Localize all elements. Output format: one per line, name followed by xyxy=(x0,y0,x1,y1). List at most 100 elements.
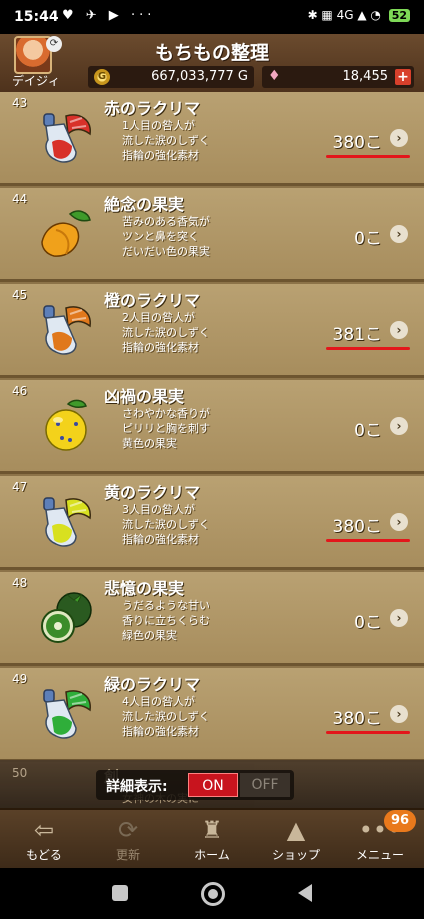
list-item[interactable]: 49 緑のラクリマ 4人目の咎人が 流した涙のしずく 指輪の強化素材 380こ › xyxy=(0,668,424,762)
item-description-line: 3人目の咎人が xyxy=(122,503,195,516)
item-description-line: 指輪の強化素材 xyxy=(122,533,199,546)
green-fruit-icon xyxy=(36,586,98,648)
item-number: 45 xyxy=(12,288,28,302)
item-name: 緑のラクリマ xyxy=(104,675,201,694)
gem-display: ♦ 18,455 + xyxy=(262,66,414,88)
shop-icon: ▲ xyxy=(286,816,306,844)
item-description-line: さわやかな香りが xyxy=(122,407,210,420)
system-nav-bar xyxy=(0,868,424,919)
item-description-line: 指輪の強化素材 xyxy=(122,149,199,162)
chevron-right-icon[interactable]: › xyxy=(390,417,408,435)
nav-shop[interactable]: ▲ ショップ xyxy=(254,810,338,870)
item-name: 黄のラクリマ xyxy=(104,483,201,502)
list-item[interactable]: 48 悲憶の果実 うだるような甘い 香りに立ちくらむ 緑色の果実 0こ › xyxy=(0,572,424,666)
item-description: さわやかな香りが ピリリと胸を刺す 黄色の果実 xyxy=(122,406,210,451)
back-arrow-icon: ⇦ xyxy=(33,816,55,844)
item-count: 381こ xyxy=(332,325,382,345)
item-description-line: 香りに立ちくらむ xyxy=(122,614,210,627)
list-item[interactable]: 43 赤のラクリマ 1人目の咎人が流した涙のしずく 指輪の強化素材 380こ › xyxy=(0,92,424,186)
item-number: 50 xyxy=(12,766,28,780)
detail-on-button[interactable]: ON xyxy=(188,773,238,797)
gem-icon: ♦ xyxy=(268,68,281,84)
green-lacrima-icon xyxy=(36,682,98,744)
orange-fruit-icon xyxy=(36,202,98,264)
item-count: 380こ xyxy=(332,709,382,729)
detail-off-button[interactable]: OFF xyxy=(240,773,290,797)
gold-coin-icon: G xyxy=(94,69,110,85)
gold-amount: 667,033,777 G xyxy=(151,69,248,84)
item-description: 2人目の咎人が流した涙のしずく 指輪の強化素材 xyxy=(122,310,210,355)
yellow-lacrima-icon xyxy=(36,490,98,552)
item-name: 橙のラクリマ xyxy=(104,291,201,310)
item-description-line: 指輪の強化素材 xyxy=(122,725,199,738)
add-gems-button[interactable]: + xyxy=(395,69,411,85)
item-description-line: 指輪の強化素材 xyxy=(122,341,199,354)
chevron-right-icon[interactable]: › xyxy=(390,129,408,147)
item-count: 0こ xyxy=(354,613,382,633)
item-name: 凶禍の果実 xyxy=(104,387,185,406)
item-description: 1人目の咎人が流した涙のしずく 指輪の強化素材 xyxy=(122,118,210,163)
chevron-right-icon[interactable]: › xyxy=(390,513,408,531)
notification-icons: ♥ ✈ ▶ ··· xyxy=(62,8,156,23)
red-underline-mark xyxy=(326,539,410,542)
item-description: 4人目の咎人が 流した涙のしずく 指輪の強化素材 xyxy=(122,694,210,739)
list-item[interactable]: 46 凶禍の果実 さわやかな香りが ピリリと胸を刺す 黄色の果実 0こ › xyxy=(0,380,424,474)
item-description-line: 1人目の咎人が xyxy=(122,119,195,132)
chevron-right-icon[interactable]: › xyxy=(390,321,408,339)
home-button-icon[interactable] xyxy=(201,882,225,906)
item-description-line: うだるような甘い xyxy=(122,599,210,612)
signal-icons: ✱ ▦ 4G ▲ ◔ xyxy=(307,8,381,22)
red-lacrima-icon xyxy=(36,106,98,168)
username: デイジィ xyxy=(12,74,61,88)
page-title: もちもの整理 xyxy=(154,42,269,64)
nav-shop-label: ショップ xyxy=(271,848,320,862)
list-item[interactable]: 44 絶念の果実 苦みのある香気が ツンと鼻を突く だいだい色の果実 0こ › xyxy=(0,188,424,282)
item-description-line: 流した涙のしずく xyxy=(122,710,210,723)
menu-badge: 96 xyxy=(384,810,416,832)
item-count: 380こ xyxy=(332,133,382,153)
recent-apps-icon[interactable] xyxy=(112,885,128,901)
item-number: 48 xyxy=(12,576,28,590)
nav-menu-label: メニュー xyxy=(355,848,404,862)
nav-refresh[interactable]: ⟳ 更新 xyxy=(86,810,170,870)
item-number: 49 xyxy=(12,672,28,686)
nav-refresh-label: 更新 xyxy=(115,848,140,862)
detail-toggle-label: 詳細表示: xyxy=(106,779,168,795)
item-number: 43 xyxy=(12,96,28,110)
item-description-line: ピリリと胸を刺す xyxy=(122,422,210,435)
nav-home[interactable]: ♜ ホーム xyxy=(170,810,254,870)
home-icon: ♜ xyxy=(201,816,223,844)
nav-back[interactable]: ⇦ もどる xyxy=(2,810,86,870)
item-name: 赤のラクリマ xyxy=(104,99,201,118)
orange-lacrima-icon xyxy=(36,298,98,360)
bottom-nav: ⇦ もどる ⟳ 更新 ♜ ホーム ▲ ショップ ••• メニュー 96 xyxy=(0,808,424,870)
item-description-line: 黄色の果実 xyxy=(122,437,177,450)
yellow-fruit-icon xyxy=(36,394,98,456)
chevron-right-icon[interactable]: › xyxy=(390,609,408,627)
detail-toggle: 詳細表示: ON OFF xyxy=(96,770,294,800)
system-back-icon[interactable] xyxy=(298,884,312,902)
list-item[interactable]: 47 黄のラクリマ 3人目の咎人が 流した涙のしずく 指輪の強化素材 380こ › xyxy=(0,476,424,570)
nav-back-label: もどる xyxy=(26,848,62,862)
battery-icon: 52 xyxy=(388,9,410,22)
status-bar: 15:44 ♥ ✈ ▶ ··· ✱ ▦ 4G ▲ ◔ 52 xyxy=(0,0,424,34)
nav-home-label: ホーム xyxy=(194,848,230,862)
chevron-right-icon[interactable]: › xyxy=(390,705,408,723)
item-number: 44 xyxy=(12,192,28,206)
chevron-right-icon[interactable]: › xyxy=(390,225,408,243)
item-count: 380こ xyxy=(332,517,382,537)
item-count: 0こ xyxy=(354,229,382,249)
item-description-line: 2人目の咎人が xyxy=(122,311,195,324)
item-description: 苦みのある香気が ツンと鼻を突く だいだい色の果実 xyxy=(122,214,210,259)
item-name: 悲憶の果実 xyxy=(104,579,185,598)
item-description-line: 苦みのある香気が xyxy=(122,215,210,228)
item-description: 3人目の咎人が 流した涙のしずく 指輪の強化素材 xyxy=(122,502,210,547)
item-description-line: 流した涙のしずく xyxy=(122,326,210,339)
item-description-line: 流した涙のしずく xyxy=(122,134,210,147)
item-list[interactable]: 43 赤のラクリマ 1人目の咎人が 流した涙のしずく 指輪の強化素材 380こ › 44 絶念の… xyxy=(0,92,424,808)
item-description-line: だいだい色の果実 xyxy=(122,245,210,258)
item-description-line: 緑色の果実 xyxy=(122,629,177,642)
item-description-line: ツンと鼻を突く xyxy=(122,230,199,243)
red-underline-mark xyxy=(326,347,410,350)
list-item[interactable]: 45 橙のラクリマ 2人目の咎人が流した涙のしずく 指輪の強化素材 381こ › xyxy=(0,284,424,378)
